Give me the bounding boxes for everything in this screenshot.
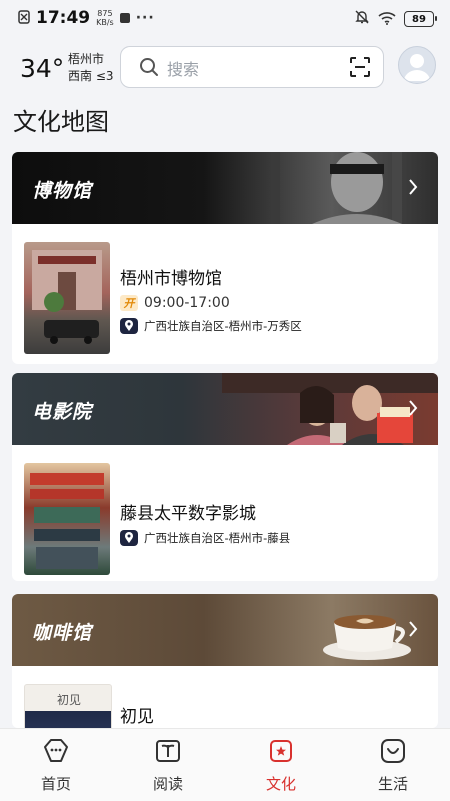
network-speed: 875 KB/s bbox=[96, 9, 114, 27]
status-bar: 17:49 875 KB/s ··· 89 bbox=[0, 0, 450, 36]
cafe-list-item[interactable]: 初见 初见 bbox=[12, 666, 438, 728]
tab-culture[interactable]: 文化 bbox=[225, 729, 337, 801]
cafe-thumbnail-text: 初见 bbox=[57, 693, 82, 707]
battery-level: 89 bbox=[412, 13, 426, 25]
cafe-thumbnail: 初见 bbox=[24, 684, 112, 728]
open-badge: 开 bbox=[120, 295, 138, 311]
museum-name: 梧州市博物馆 bbox=[120, 269, 222, 289]
tab-culture-label: 文化 bbox=[265, 775, 296, 793]
location-pin-icon bbox=[120, 530, 138, 546]
opening-hours: 开 09:00-17:00 bbox=[120, 295, 230, 311]
tab-reading[interactable]: 阅读 bbox=[112, 729, 224, 801]
mute-icon bbox=[354, 9, 370, 29]
address: 广西壮族自治区-梧州市-万秀区 bbox=[120, 318, 302, 334]
weather-location[interactable]: 梧州市 西南 ≤3 bbox=[68, 51, 114, 85]
cinema-section-title: 电影院 bbox=[32, 401, 93, 423]
tab-reading-label: 阅读 bbox=[152, 775, 183, 793]
museum-banner[interactable]: 博物馆 bbox=[12, 152, 438, 224]
museum-section: 博物馆 梧州市博物馆 开 09:00-17:00 广西壮族自治区-梧州市-万秀区 bbox=[12, 152, 438, 364]
cinema-name: 藤县太平数字影城 bbox=[120, 504, 256, 524]
page-title: 文化地图 bbox=[13, 108, 109, 136]
avatar[interactable] bbox=[398, 46, 436, 84]
search-icon bbox=[139, 57, 159, 81]
cinema-section: 电影院 藤县太平数字影城 广西壮族自治区-梧州市-藤县 bbox=[12, 373, 438, 581]
cafe-name: 初见 bbox=[120, 707, 154, 727]
bottom-navigation: 首页 阅读 文化 生活 bbox=[0, 728, 450, 801]
cafe-section: 咖啡馆 初见 初见 bbox=[12, 594, 438, 728]
cinema-banner[interactable]: 电影院 bbox=[12, 373, 438, 445]
screenshot-notification-icon bbox=[18, 9, 30, 28]
cafe-section-title: 咖啡馆 bbox=[32, 622, 93, 644]
museum-section-title: 博物馆 bbox=[32, 180, 93, 202]
tab-home-label: 首页 bbox=[40, 775, 71, 793]
address-text: 广西壮族自治区-梧州市-万秀区 bbox=[144, 319, 302, 333]
address: 广西壮族自治区-梧州市-藤县 bbox=[120, 530, 290, 546]
home-icon bbox=[44, 739, 68, 762]
weather-temperature[interactable]: 34° bbox=[20, 54, 64, 83]
book-icon bbox=[156, 740, 180, 762]
location-pin-icon bbox=[120, 318, 138, 334]
scan-icon[interactable] bbox=[349, 56, 371, 82]
tab-life[interactable]: 生活 bbox=[337, 729, 449, 801]
battery-icon: 89 bbox=[404, 11, 437, 27]
chevron-right-icon bbox=[408, 399, 418, 421]
tab-home[interactable]: 首页 bbox=[0, 729, 112, 801]
tab-life-label: 生活 bbox=[377, 775, 408, 793]
more-notifications-indicator: ··· bbox=[135, 10, 155, 26]
museum-list-item[interactable]: 梧州市博物馆 开 09:00-17:00 广西壮族自治区-梧州市-万秀区 bbox=[12, 224, 438, 354]
search-input[interactable]: 搜索 bbox=[167, 56, 199, 80]
cafe-banner[interactable]: 咖啡馆 bbox=[12, 594, 438, 666]
weather-wind: 西南 ≤3 bbox=[68, 69, 114, 83]
app-notification-icon bbox=[119, 13, 130, 23]
cinema-thumbnail bbox=[24, 463, 110, 575]
network-speed-unit: KB/s bbox=[96, 18, 114, 27]
wifi-icon bbox=[378, 10, 396, 29]
address-text: 广西壮族自治区-梧州市-藤县 bbox=[144, 531, 291, 545]
culture-icon bbox=[270, 740, 292, 762]
chevron-right-icon bbox=[408, 178, 418, 200]
network-speed-value: 875 bbox=[97, 9, 113, 18]
museum-thumbnail bbox=[24, 242, 110, 354]
search-bar[interactable]: 搜索 bbox=[120, 46, 384, 88]
chevron-right-icon bbox=[408, 620, 418, 642]
cinema-list-item[interactable]: 藤县太平数字影城 广西壮族自治区-梧州市-藤县 bbox=[12, 445, 438, 575]
life-icon bbox=[381, 739, 405, 763]
weather-city: 梧州市 bbox=[68, 52, 105, 66]
top-bar: 34° 梧州市 西南 ≤3 搜索 bbox=[0, 40, 450, 96]
hours-text: 09:00-17:00 bbox=[144, 295, 230, 311]
clock-time: 17:49 bbox=[36, 8, 91, 28]
